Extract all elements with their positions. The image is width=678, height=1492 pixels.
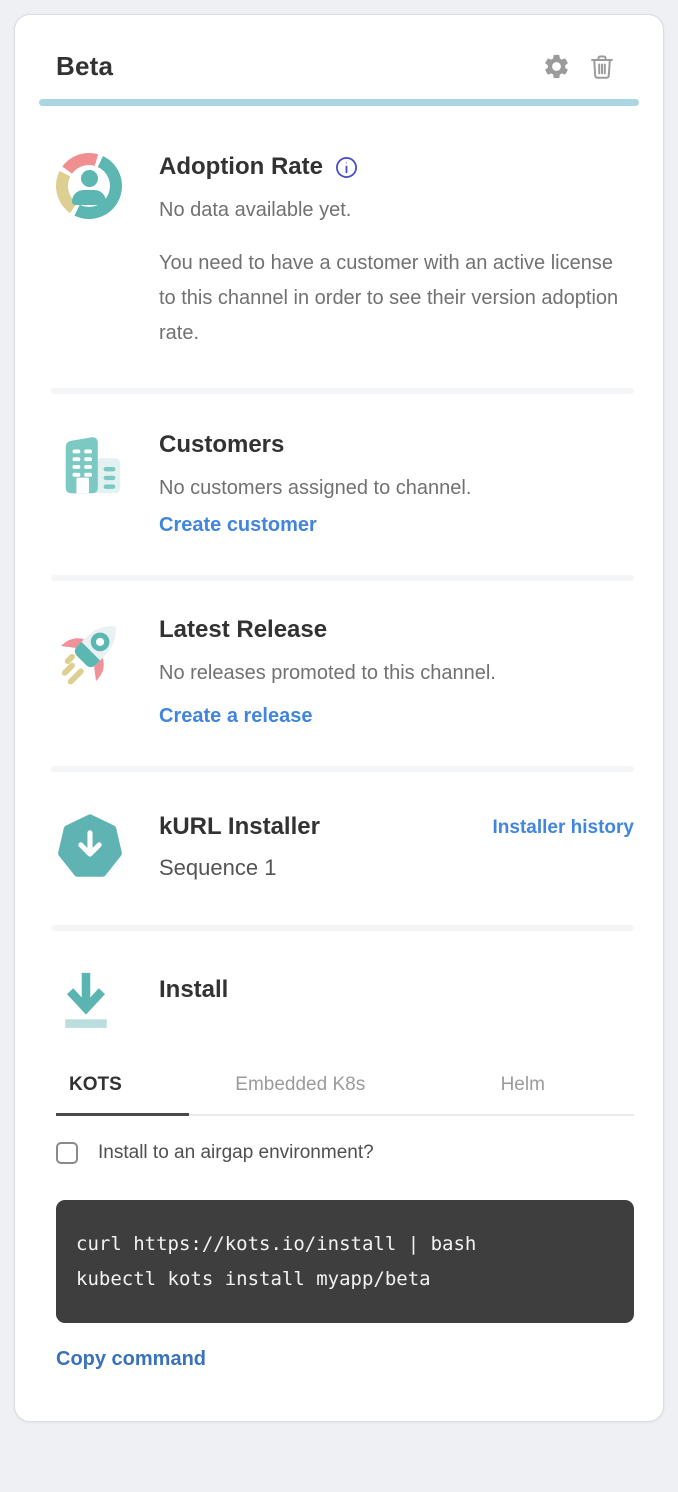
installer-sequence: Sequence 1	[159, 855, 634, 881]
create-customer-link[interactable]: Create customer	[159, 514, 317, 537]
latest-release-title: Latest Release	[159, 616, 634, 644]
section-divider	[51, 766, 634, 772]
install-title: Install	[159, 976, 634, 1004]
section-adoption-rate: Adoption Rate No data available yet. You…	[56, 153, 634, 388]
delete-button[interactable]	[587, 52, 617, 82]
section-kurl-installer: kURL Installer Installer history Sequenc…	[56, 813, 634, 925]
card-content: Adoption Rate No data available yet. You…	[15, 153, 663, 1371]
customers-empty-text: No customers assigned to channel.	[159, 471, 634, 506]
tab-embedded-k8s[interactable]: Embedded K8s	[189, 1064, 412, 1114]
channel-card: Beta	[14, 14, 664, 1422]
channel-accent-bar	[39, 99, 639, 106]
adoption-empty-text: No data available yet.	[159, 193, 634, 228]
customers-title: Customers	[159, 431, 634, 459]
card-header: Beta	[15, 51, 663, 82]
release-empty-text: No releases promoted to this channel.	[159, 656, 634, 691]
gear-icon	[542, 52, 571, 81]
download-arrow-icon	[56, 968, 116, 1034]
kurl-installer-title: kURL Installer	[159, 813, 320, 841]
info-icon[interactable]	[335, 156, 358, 179]
installer-icon-col	[56, 813, 122, 881]
donut-chart-user-icon	[56, 153, 122, 219]
copy-command-link[interactable]: Copy command	[56, 1348, 206, 1371]
section-customers: Customers No customers assigned to chann…	[56, 431, 634, 575]
section-divider	[51, 925, 634, 931]
release-icon-col	[56, 616, 122, 686]
buildings-icon	[56, 431, 122, 501]
section-latest-release: Latest Release No releases promoted to t…	[56, 616, 634, 766]
airgap-row: Install to an airgap environment?	[56, 1142, 634, 1164]
adoption-rate-title: Adoption Rate	[159, 153, 323, 181]
tab-helm[interactable]: Helm	[412, 1064, 635, 1114]
tab-kots[interactable]: KOTS	[56, 1064, 189, 1116]
installer-history-link[interactable]: Installer history	[493, 817, 635, 839]
command-line: curl https://kots.io/install | bash	[76, 1227, 614, 1262]
install-tabs: KOTS Embedded K8s Helm	[56, 1064, 634, 1116]
command-line: kubectl kots install myapp/beta	[76, 1262, 614, 1297]
install-command-block: curl https://kots.io/install | bashkubec…	[56, 1200, 634, 1323]
trash-icon	[588, 53, 616, 81]
channel-title: Beta	[56, 51, 113, 82]
airgap-label: Install to an airgap environment?	[98, 1142, 374, 1164]
rocket-icon	[56, 616, 122, 686]
section-divider	[51, 575, 634, 581]
customers-icon-col	[56, 431, 122, 501]
section-divider	[51, 388, 634, 394]
airgap-checkbox[interactable]	[56, 1142, 78, 1164]
install-icon-col	[56, 968, 122, 1034]
settings-button[interactable]	[541, 52, 571, 82]
heptagon-download-icon	[56, 813, 122, 881]
header-actions	[541, 52, 617, 82]
section-install: Install KOTS Embedded K8s Helm Install t…	[56, 968, 634, 1371]
adoption-help-text: You need to have a customer with an acti…	[159, 246, 634, 351]
create-release-link[interactable]: Create a release	[159, 705, 312, 728]
adoption-icon-col	[56, 153, 122, 219]
